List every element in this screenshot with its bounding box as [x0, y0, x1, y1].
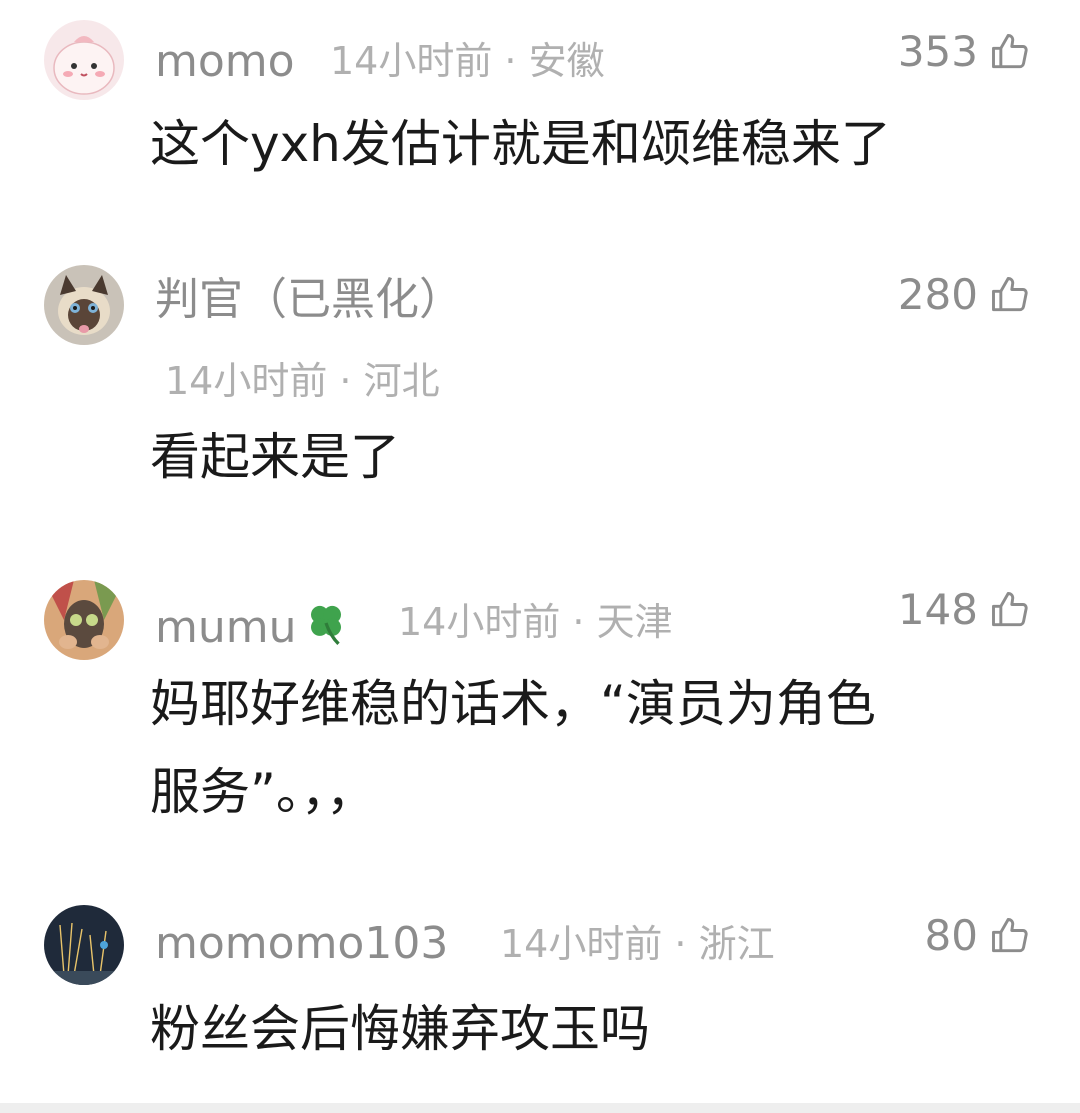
pink-cartoon-avatar[interactable] — [44, 20, 124, 100]
comment-username[interactable]: momomo103 — [155, 922, 448, 966]
four-leaf-clover-icon — [310, 605, 341, 646]
comment-text: 粉丝会后悔嫌弃攻玉吗 — [150, 1000, 650, 1058]
like-button[interactable]: 80 — [925, 914, 1032, 958]
like-count: 280 — [897, 270, 978, 319]
face-mask-avatar[interactable] — [44, 580, 124, 660]
comment-meta: 14小时前 · 安徽 — [330, 39, 605, 83]
siamese-cat-avatar[interactable] — [44, 265, 124, 345]
thumbs-up-icon — [992, 277, 1028, 312]
like-button[interactable]: 353 — [898, 30, 1032, 74]
bottom-divider — [0, 1103, 1080, 1113]
comment-text: 这个yxh发估计就是和颂维稳来了 — [150, 115, 891, 173]
fireworks-avatar[interactable] — [44, 905, 124, 985]
thumbs-up-icon — [992, 34, 1028, 69]
like-count: 353 — [897, 27, 978, 76]
thumbs-up-icon — [992, 918, 1028, 953]
comment-text: 妈耶好维稳的话术，“演员为角色 服务”。，， — [150, 660, 1030, 836]
like-count: 148 — [897, 585, 978, 634]
like-count: 80 — [924, 911, 978, 960]
comment-text-line: 妈耶好维稳的话术，“演员为角色 — [150, 675, 876, 733]
comment-username[interactable]: mumu — [155, 598, 351, 650]
like-button[interactable]: 280 — [898, 273, 1032, 317]
comment-meta: 14小时前 · 河北 — [165, 359, 440, 403]
comment-text-line: 服务”。，， — [150, 763, 376, 821]
username-text: mumu — [155, 602, 297, 653]
comment-meta: 14小时前 · 浙江 — [500, 922, 775, 966]
like-button[interactable]: 148 — [898, 588, 1032, 632]
comment-username[interactable]: momo — [155, 40, 295, 84]
comment-username[interactable]: 判官（已黑化） — [155, 278, 463, 322]
comment-text: 看起来是了 — [150, 428, 400, 486]
thumbs-up-icon — [992, 592, 1028, 627]
comment-meta: 14小时前 · 天津 — [398, 600, 673, 644]
